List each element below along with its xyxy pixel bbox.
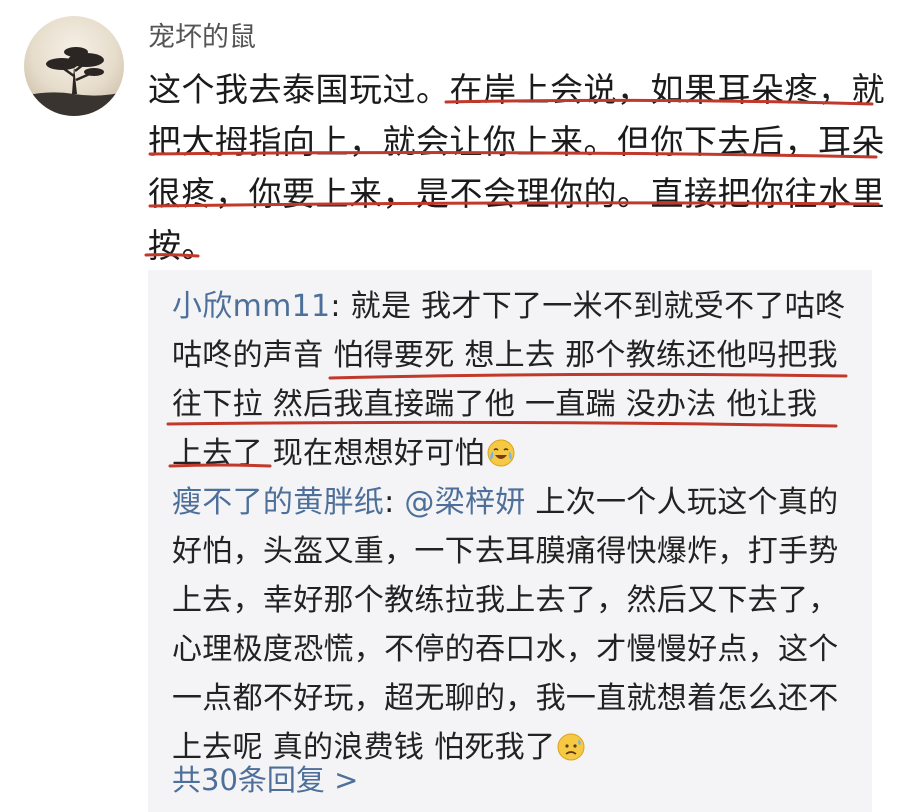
comment-line: 把大拇指向上，就会让你上来。但你下去后，耳朵: [148, 122, 885, 161]
reply-line: 咕咚的声音 怕得要死 想上去 那个教练还他吗把我: [172, 338, 838, 373]
sad-sweat-emoji-icon: [557, 733, 585, 761]
reply-line: 上去了 现在想想好可怕: [172, 429, 862, 478]
comment-body: 这个我去泰国玩过。在岸上会说，如果耳朵疼，就 把大拇指向上，就会让你上来。但你下…: [148, 64, 888, 272]
reply-line: 瘦不了的黄胖纸: @梁梓妍 上次一个人玩这个真的: [172, 478, 862, 527]
reply-separator: :: [384, 485, 405, 520]
reply-text: 上去了 现在想想好可怕: [172, 436, 485, 471]
reply-item: 瘦不了的黄胖纸: @梁梓妍 上次一个人玩这个真的 好怕，头盔又重，一下去耳膜痛得…: [172, 478, 862, 772]
reply-line: 小欣mm11: 就是 我才下了一米不到就受不了咕咚: [172, 282, 862, 331]
avatar[interactable]: [24, 16, 124, 116]
comment-line: 这个我去泰国玩过。在岸上会说，如果耳朵疼，就: [148, 70, 885, 109]
replies-list: 小欣mm11: 就是 我才下了一米不到就受不了咕咚 咕咚的声音 怕得要死 想上去…: [172, 282, 862, 772]
reply-line: 心理极度恐慌，不停的吞口水，才慢慢好点，这个: [172, 632, 839, 667]
reply-text: 上次一个人玩这个真的: [525, 485, 839, 520]
reply-text: 就是 我才下了一米不到就受不了咕咚: [350, 289, 846, 324]
reply-separator: :: [330, 289, 351, 324]
reply-line: 往下拉 然后我直接踹了他 一直踹 没办法 他让我: [172, 387, 818, 422]
reply-author[interactable]: 小欣mm11: [172, 289, 330, 324]
comment-line: 很疼，你要上来，是不会理你的。直接把你往水里: [148, 174, 885, 213]
reply-line: 好怕，头盔又重，一下去耳膜痛得快爆炸，打手势: [172, 534, 839, 569]
reply-author[interactable]: 瘦不了的黄胖纸: [172, 485, 384, 520]
laughing-crying-emoji-icon: [487, 439, 515, 467]
tree-silhouette-icon: [24, 16, 124, 116]
comment-username[interactable]: 宠坏的鼠: [148, 18, 256, 58]
more-replies-link[interactable]: 共30条回复 >: [172, 758, 358, 802]
reply-line: 一点都不好玩，超无聊的，我一直就想着怎么还不: [172, 681, 839, 716]
reply-item: 小欣mm11: 就是 我才下了一米不到就受不了咕咚 咕咚的声音 怕得要死 想上去…: [172, 282, 862, 478]
reply-mention[interactable]: @梁梓妍: [404, 485, 525, 520]
reply-line: 上去，幸好那个教练拉我上去了，然后又下去了，: [172, 583, 839, 618]
comment-line: 按。: [148, 226, 215, 265]
